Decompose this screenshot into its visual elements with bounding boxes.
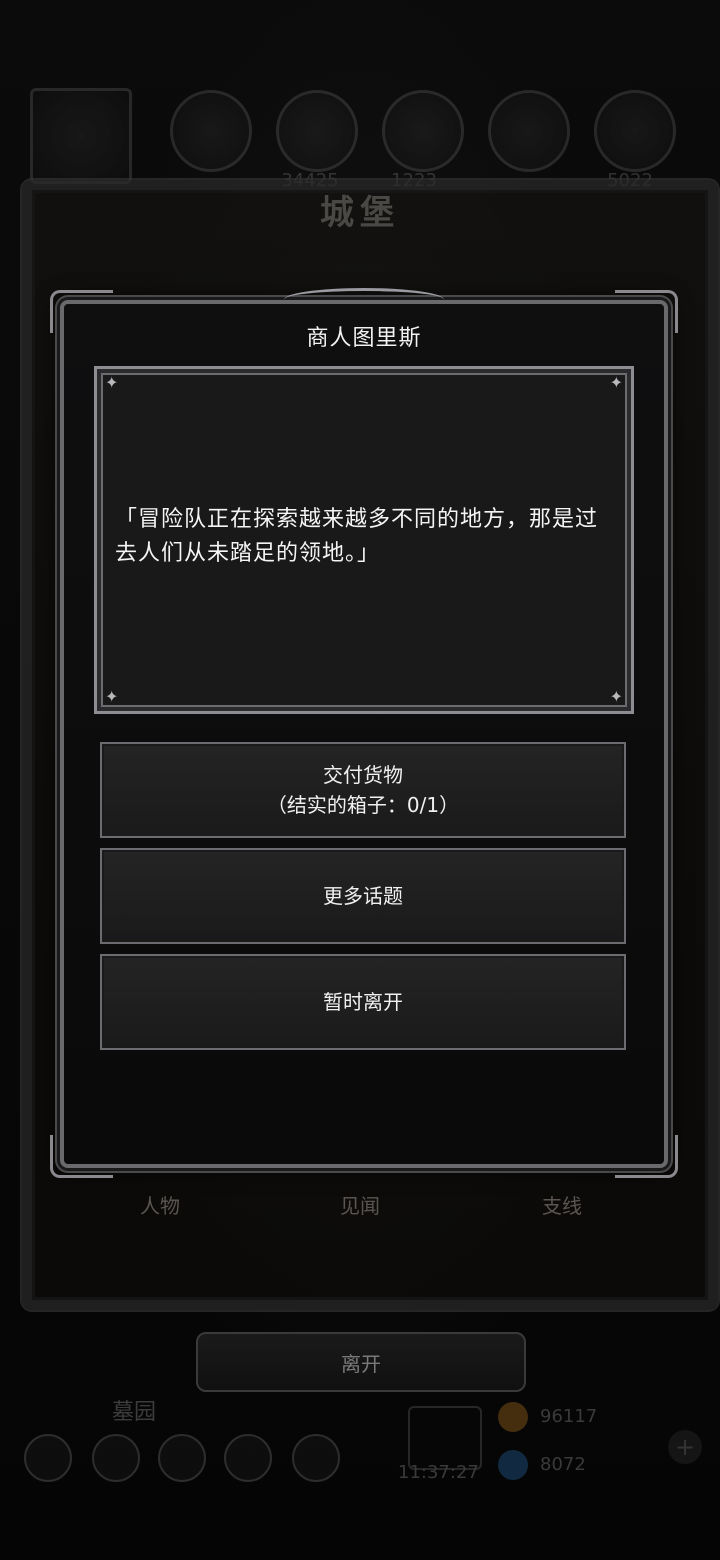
menu-icon[interactable] xyxy=(158,1434,206,1482)
menu-icon[interactable] xyxy=(92,1434,140,1482)
option-label: 更多话题 xyxy=(323,884,403,908)
tab-side-quests[interactable]: 支线 xyxy=(502,1190,622,1219)
gem-value: 8072 xyxy=(540,1454,586,1475)
gift-icon[interactable] xyxy=(408,1406,482,1470)
frame-ornament xyxy=(50,1135,113,1178)
resource-orb-icon xyxy=(170,90,252,172)
castle-tabs: 人物 见闻 支线 xyxy=(60,1190,660,1230)
deliver-goods-button[interactable]: 交付货物 （结实的箱子：0/1） xyxy=(100,742,626,838)
more-topics-button[interactable]: 更多话题 xyxy=(100,848,626,944)
location-name: 墓园 xyxy=(112,1400,157,1425)
clock-readout: 11:37:27 xyxy=(398,1462,479,1483)
gold-value: 96117 xyxy=(540,1406,598,1427)
resource-orb-icon xyxy=(594,90,676,172)
option-label: 暂时离开 xyxy=(323,990,403,1014)
sparkle-icon: ✦ xyxy=(105,687,119,706)
sparkle-icon: ✦ xyxy=(609,373,623,392)
plus-icon[interactable]: + xyxy=(668,1430,702,1464)
sword-icon xyxy=(30,88,132,184)
frame-crest xyxy=(284,288,444,311)
dialog-title: 商人图里斯 xyxy=(306,326,422,351)
gem-icon xyxy=(498,1450,528,1480)
resource-orb-icon xyxy=(488,90,570,172)
speech-box: ✦ ✦ ✦ ✦ 「冒险队正在探索越来越多不同的地方，那是过去人们从未踏足的领地。… xyxy=(94,366,634,714)
tab-people[interactable]: 人物 xyxy=(100,1190,220,1219)
tab-news[interactable]: 见闻 xyxy=(300,1190,420,1219)
merchant-dialog: 商人图里斯 ✦ ✦ ✦ ✦ 「冒险队正在探索越来越多不同的地方，那是过去人们从未… xyxy=(50,288,678,1178)
bottom-hud: 墓园 11:37:27 96117 8072 + xyxy=(0,1390,720,1560)
frame-ornament xyxy=(615,1135,678,1178)
menu-icon[interactable] xyxy=(224,1434,272,1482)
leave-button[interactable]: 离开 xyxy=(196,1332,526,1392)
menu-icon[interactable] xyxy=(292,1434,340,1482)
castle-title: 城堡 xyxy=(320,193,400,233)
option-sublabel: （结实的箱子：0/1） xyxy=(266,793,460,817)
speech-text: 「冒险队正在探索越来越多不同的地方，那是过去人们从未踏足的领地。」 xyxy=(115,507,599,566)
sparkle-icon: ✦ xyxy=(105,373,119,392)
menu-icon[interactable] xyxy=(24,1434,72,1482)
resource-bar: 34425 1223 5022 xyxy=(0,88,720,191)
option-label: 交付货物 xyxy=(323,763,403,787)
leave-temporarily-button[interactable]: 暂时离开 xyxy=(100,954,626,1050)
resource-orb-icon xyxy=(382,90,464,172)
coin-icon xyxy=(498,1402,528,1432)
sparkle-icon: ✦ xyxy=(609,687,623,706)
resource-orb-icon xyxy=(276,90,358,172)
